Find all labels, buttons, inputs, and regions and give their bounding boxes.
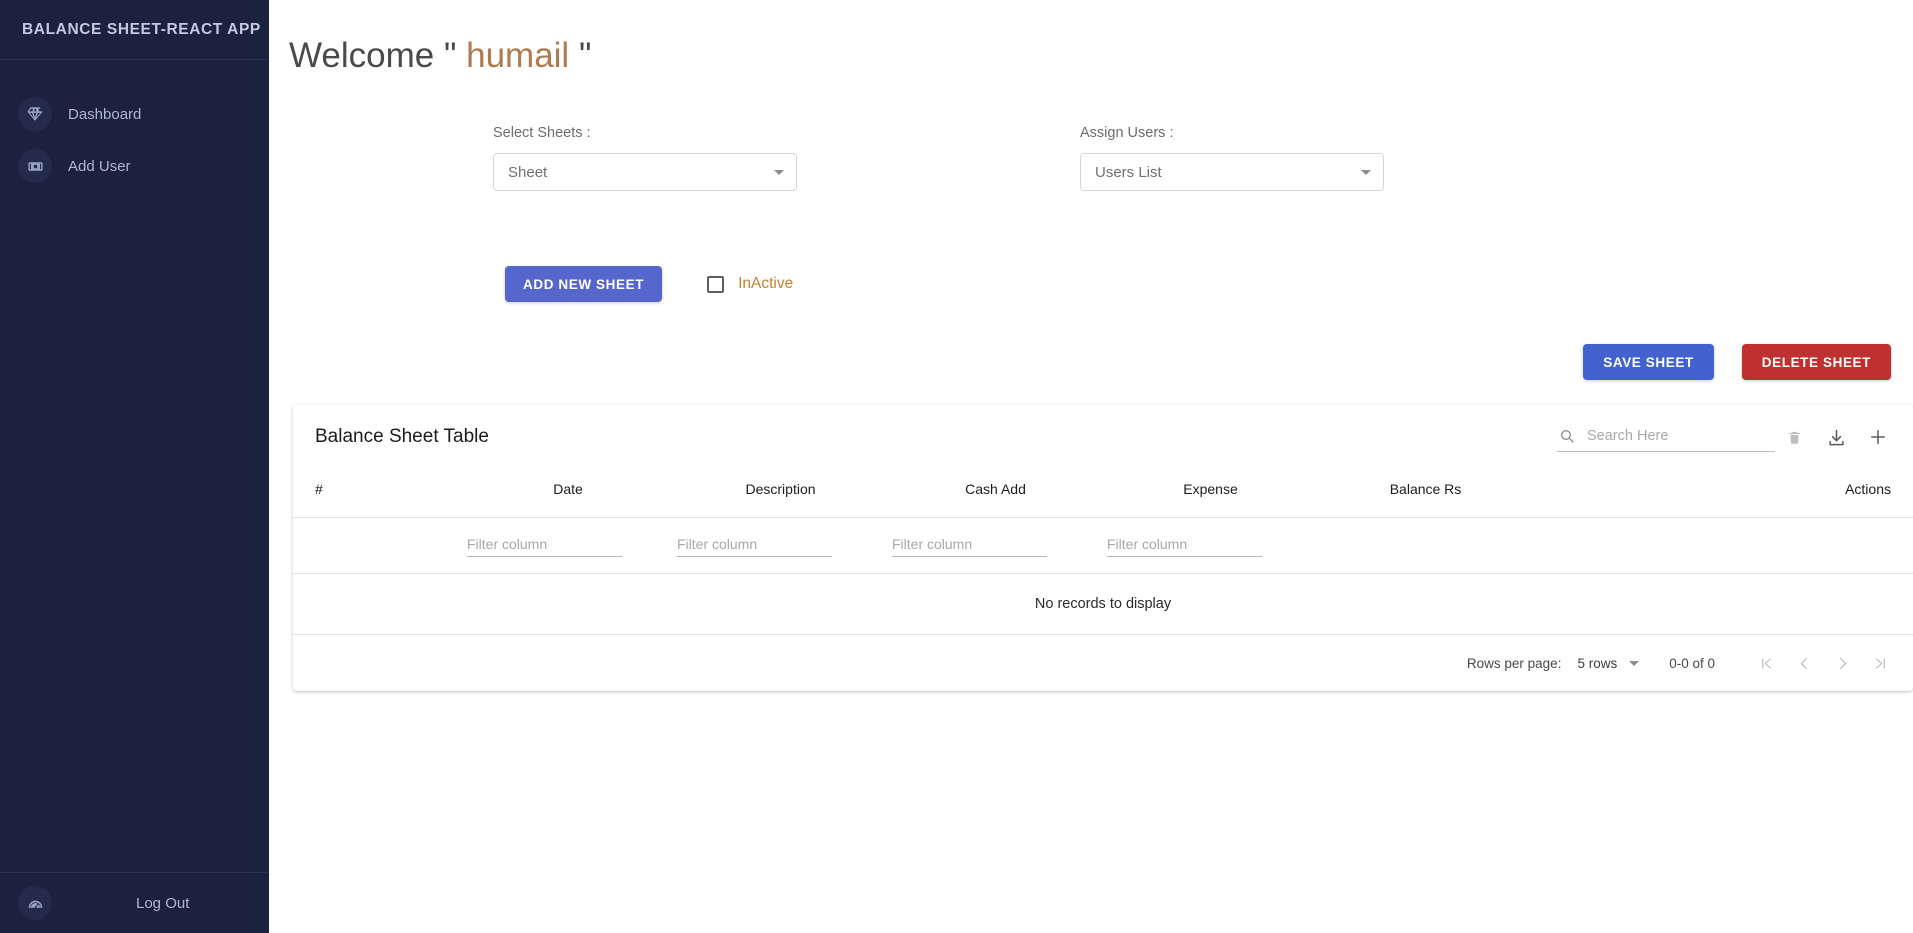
column-header-actions: Actions xyxy=(1845,481,1891,497)
table-empty-row: No records to display xyxy=(293,573,1913,635)
rows-per-page-dropdown[interactable]: 5 rows xyxy=(1577,655,1640,671)
filter-input-cash-add[interactable] xyxy=(892,534,1047,557)
balance-sheet-table-card: Balance Sheet Table Search Here # Date D… xyxy=(293,405,1913,691)
table-header-row: # Date Description Cash Add Expense Bala… xyxy=(293,469,1913,518)
assign-users-label: Assign Users : xyxy=(1080,125,1174,141)
search-icon xyxy=(1557,426,1577,446)
filter-cell-expense xyxy=(1103,517,1318,574)
delete-sheet-button[interactable]: DELETE SHEET xyxy=(1741,344,1891,380)
inactive-label: InActive xyxy=(738,275,794,292)
add-new-sheet-button[interactable]: ADD NEW SHEET xyxy=(505,266,663,302)
table-title: Balance Sheet Table xyxy=(315,426,489,447)
column-header-cash-add[interactable]: Cash Add xyxy=(888,469,1103,518)
page-title: Welcome " humail " xyxy=(289,36,591,76)
gauge-icon xyxy=(18,886,52,920)
money-bill-icon xyxy=(18,149,52,183)
previous-page-button[interactable] xyxy=(1785,644,1823,682)
first-page-button[interactable] xyxy=(1747,644,1785,682)
sidebar-item-label: Add User xyxy=(68,157,131,175)
download-icon[interactable] xyxy=(1819,420,1853,454)
column-header-balance-rs[interactable]: Balance Rs xyxy=(1318,469,1533,518)
assign-users-value: Users List xyxy=(1095,163,1162,181)
column-header-description[interactable]: Description xyxy=(673,469,888,518)
next-page-button[interactable] xyxy=(1823,644,1861,682)
clear-search-icon[interactable] xyxy=(1777,420,1811,454)
sheet-actions-row: SAVE SHEET DELETE SHEET xyxy=(1583,344,1891,380)
inactive-checkbox-wrap[interactable]: InActive xyxy=(707,275,793,293)
filter-cell-description xyxy=(673,517,888,574)
table-body: No records to display xyxy=(293,517,1913,635)
chevron-down-icon xyxy=(774,169,784,175)
table-toolbar: Balance Sheet Table xyxy=(293,405,1913,469)
select-sheets-label: Select Sheets : xyxy=(493,125,591,141)
add-row-icon[interactable] xyxy=(1861,420,1895,454)
app-brand: BALANCE SHEET-REACT APP xyxy=(0,0,269,60)
diamond-icon xyxy=(18,97,52,131)
table-head: # Date Description Cash Add Expense Bala… xyxy=(293,469,1913,518)
app-root: BALANCE SHEET-REACT APP Dashboard Add Us… xyxy=(0,0,1913,933)
filter-cell-cash-add xyxy=(888,517,1103,574)
app-brand-title: BALANCE SHEET-REACT APP xyxy=(22,20,261,38)
sidebar-item-add-user[interactable]: Add User xyxy=(0,140,269,192)
add-sheet-row: ADD NEW SHEET InActive xyxy=(505,266,793,302)
rows-per-page-label: Rows per page: xyxy=(1466,655,1562,671)
column-header-number[interactable]: # xyxy=(293,469,463,518)
rows-per-page-value: 5 rows xyxy=(1577,655,1618,671)
chevron-down-icon xyxy=(1361,169,1371,175)
sidebar: BALANCE SHEET-REACT APP Dashboard Add Us… xyxy=(0,0,269,933)
logout-label: Log Out xyxy=(136,894,190,912)
filter-cell-date xyxy=(463,517,673,574)
sidebar-item-label: Dashboard xyxy=(68,105,142,123)
table-pagination: Rows per page: 5 rows 0-0 of 0 xyxy=(293,635,1913,691)
last-page-button[interactable] xyxy=(1861,644,1899,682)
welcome-prefix: Welcome " xyxy=(289,36,467,75)
balance-sheet-table: # Date Description Cash Add Expense Bala… xyxy=(293,469,1913,635)
table-filter-row xyxy=(293,517,1913,574)
filter-cell-balance-rs xyxy=(1318,517,1533,574)
search-field[interactable] xyxy=(1557,422,1776,452)
sidebar-item-dashboard[interactable]: Dashboard xyxy=(0,88,269,140)
assign-users-group: Assign Users : Users List xyxy=(1080,125,1384,191)
search-input[interactable] xyxy=(1585,426,1776,445)
filter-cell-actions xyxy=(1533,517,1913,574)
assign-users-dropdown[interactable]: Users List xyxy=(1080,153,1384,191)
chevron-down-icon xyxy=(1629,660,1640,666)
logout-button[interactable]: Log Out xyxy=(0,872,269,933)
filter-input-description[interactable] xyxy=(677,534,832,557)
save-sheet-button[interactable]: SAVE SHEET xyxy=(1583,344,1714,380)
sidebar-nav: Dashboard Add User xyxy=(0,60,269,192)
select-sheets-group: Select Sheets : Sheet xyxy=(493,125,797,191)
empty-message: No records to display xyxy=(293,573,1913,635)
select-sheets-value: Sheet xyxy=(508,163,548,181)
pagination-range-label: 0-0 of 0 xyxy=(1669,655,1715,671)
main-content: Welcome " humail " Select Sheets : Sheet… xyxy=(269,0,1913,933)
inactive-checkbox[interactable] xyxy=(707,275,725,293)
welcome-suffix: " xyxy=(569,36,592,75)
select-sheets-dropdown[interactable]: Sheet xyxy=(493,153,797,191)
filter-cell-number xyxy=(293,517,463,574)
column-header-date[interactable]: Date xyxy=(463,469,673,518)
filter-input-date[interactable] xyxy=(467,534,622,557)
filter-input-expense[interactable] xyxy=(1107,534,1262,557)
column-header-expense[interactable]: Expense xyxy=(1103,469,1318,518)
welcome-username: humail xyxy=(466,36,570,75)
